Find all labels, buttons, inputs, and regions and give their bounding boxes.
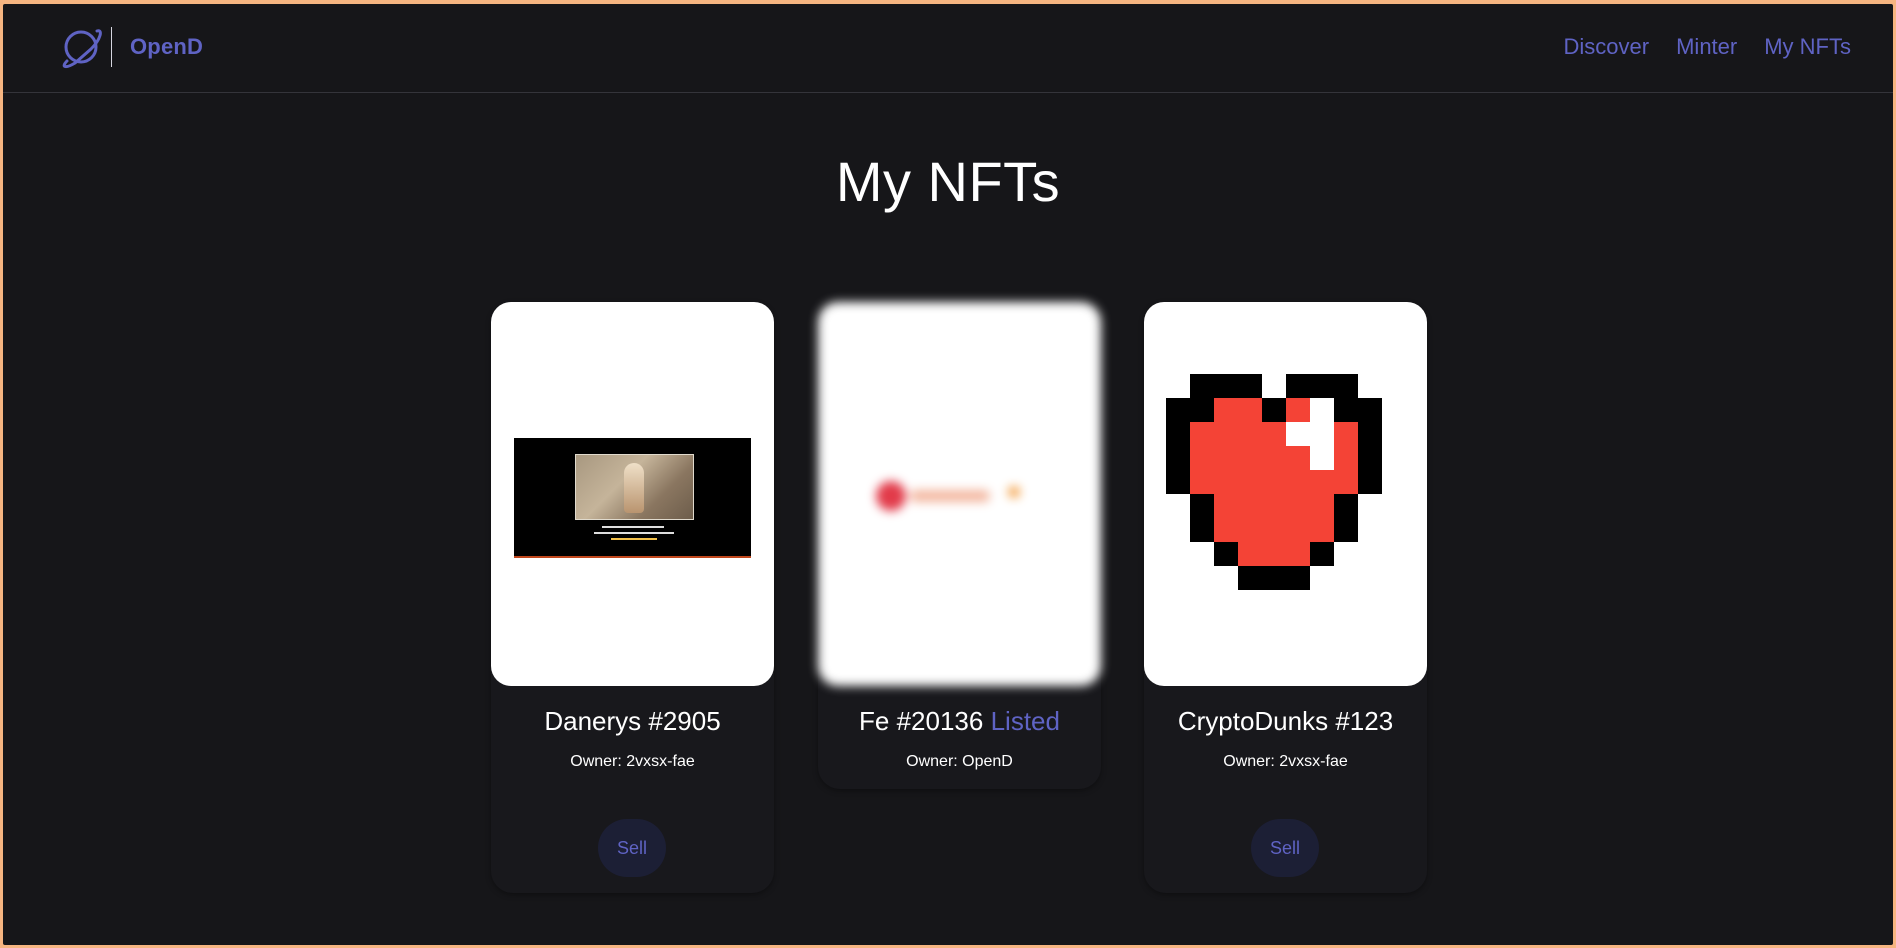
nft-image[interactable] (818, 302, 1101, 686)
blurred-logo-image (876, 481, 1020, 511)
nft-image[interactable] (1144, 302, 1427, 686)
logo-divider (111, 27, 112, 67)
nft-name: Fe #20136 Listed (818, 706, 1101, 737)
app-window: OpenD Discover Minter My NFTs My NFTs Da… (3, 4, 1893, 945)
page-title: My NFTs (835, 150, 1061, 213)
listed-badge: Listed (990, 706, 1060, 736)
daenerys-screenshot-image (514, 438, 751, 558)
nft-image[interactable] (491, 302, 774, 686)
caption-line (602, 526, 664, 528)
nft-name: Danerys #2905 (491, 706, 774, 737)
nav-my-nfts[interactable]: My NFTs (1764, 34, 1851, 60)
daenerys-photo (575, 454, 694, 520)
caption-line (594, 532, 674, 534)
brand-name[interactable]: OpenD (130, 34, 203, 60)
nav-minter[interactable]: Minter (1676, 34, 1737, 60)
nft-name: CryptoDunks #123 (1144, 706, 1427, 737)
nft-owner: Owner: OpenD (906, 753, 1013, 770)
navbar: OpenD Discover Minter My NFTs (3, 4, 1893, 93)
nft-title: Fe #20136 (859, 706, 984, 736)
nft-title: CryptoDunks #123 (1177, 706, 1394, 736)
nav-discover[interactable]: Discover (1564, 34, 1650, 60)
nav-links: Discover Minter My NFTs (1564, 34, 1851, 60)
photo-figure (624, 463, 644, 513)
nft-title: Danerys #2905 (544, 706, 721, 736)
nft-owner: Owner: 2vxsx-fae (570, 753, 695, 770)
planet-icon[interactable] (57, 23, 105, 71)
sell-button[interactable]: Sell (598, 819, 666, 877)
sell-button[interactable]: Sell (1251, 819, 1319, 877)
caption-line (611, 538, 657, 540)
nft-owner: Owner: 2vxsx-fae (1223, 753, 1348, 770)
pixel-heart-image (1166, 374, 1382, 590)
